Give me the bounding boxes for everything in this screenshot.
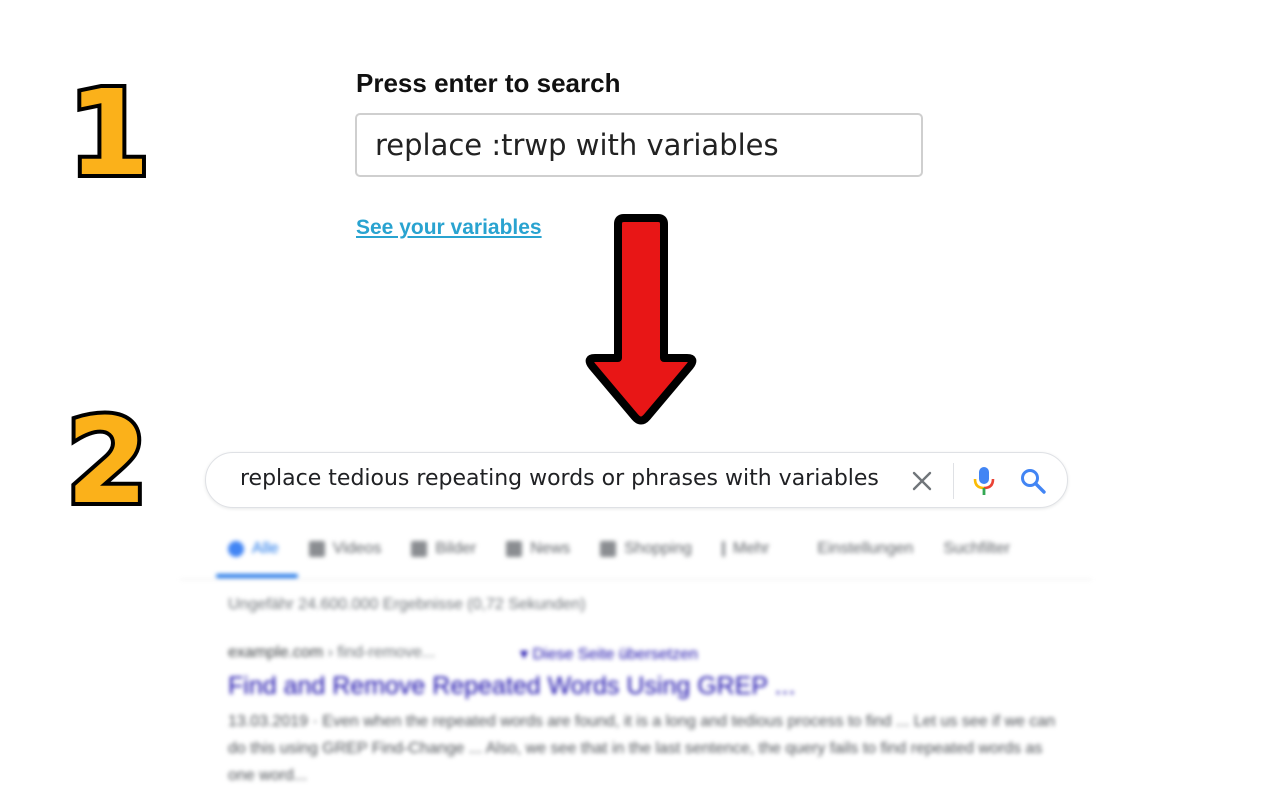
search-query-text[interactable]: replace tedious repeating words or phras… [240, 466, 879, 491]
close-icon[interactable] [910, 469, 934, 493]
tab-news[interactable]: News [506, 540, 570, 558]
tab-label: Videos [332, 540, 382, 557]
see-variables-link[interactable]: See your variables [356, 216, 542, 240]
google-search-bar[interactable]: replace tedious repeating words or phras… [205, 452, 1068, 508]
tabs-divider [180, 579, 1092, 580]
tab-shopping[interactable]: Shopping [600, 540, 692, 558]
search-bar-divider [953, 463, 954, 499]
settings-link[interactable]: Einstellungen [817, 540, 913, 558]
news-icon [506, 541, 523, 557]
tab-label: Mehr [732, 540, 770, 557]
filter-label: Suchfilter [943, 540, 1011, 557]
tag-icon [600, 541, 617, 557]
more-vertical-icon [721, 541, 725, 557]
google-search-icon [228, 541, 244, 557]
tab-label: Alle [252, 540, 279, 557]
tab-label: Bilder [435, 540, 477, 557]
search-filter-link[interactable]: Suchfilter [943, 540, 1010, 558]
video-icon [308, 541, 325, 557]
prompt-label: Press enter to search [356, 68, 621, 98]
tab-videos[interactable]: Videos [308, 540, 382, 558]
result-path: › find-remove... [323, 644, 436, 661]
translate-link[interactable]: ▾ Diese Seite übersetzen [520, 644, 698, 664]
result-stats: Ungefähr 24.600.000 Ergebnisse (0,72 Sek… [228, 596, 586, 613]
active-tab-indicator [216, 574, 298, 578]
result-snippet: 13.03.2019 · Even when the repeated word… [228, 713, 1056, 784]
result-url[interactable]: example.com › find-remove... [228, 644, 435, 662]
tab-bilder[interactable]: Bilder [411, 540, 476, 558]
image-icon [411, 541, 428, 557]
arrow-down-icon [585, 214, 697, 425]
step-number-1: 1 [64, 64, 154, 202]
variable-search-input[interactable] [355, 113, 923, 177]
search-tabs: Alle Videos Bilder News Shopping Mehr Ei… [228, 540, 1040, 558]
tab-mehr[interactable]: Mehr [721, 540, 770, 558]
search-icon[interactable] [1019, 467, 1047, 495]
step-number-2: 2 [62, 392, 152, 530]
microphone-icon[interactable] [971, 466, 997, 496]
search-results-area: Alle Videos Bilder News Shopping Mehr Ei… [180, 530, 1100, 800]
tab-label: Shopping [624, 540, 692, 557]
result-domain: example.com [228, 644, 324, 661]
result-title-link[interactable]: Find and Remove Repeated Words Using GRE… [228, 672, 795, 701]
settings-label: Einstellungen [817, 540, 914, 557]
tab-alle[interactable]: Alle [228, 540, 279, 558]
tab-label: News [530, 540, 571, 557]
